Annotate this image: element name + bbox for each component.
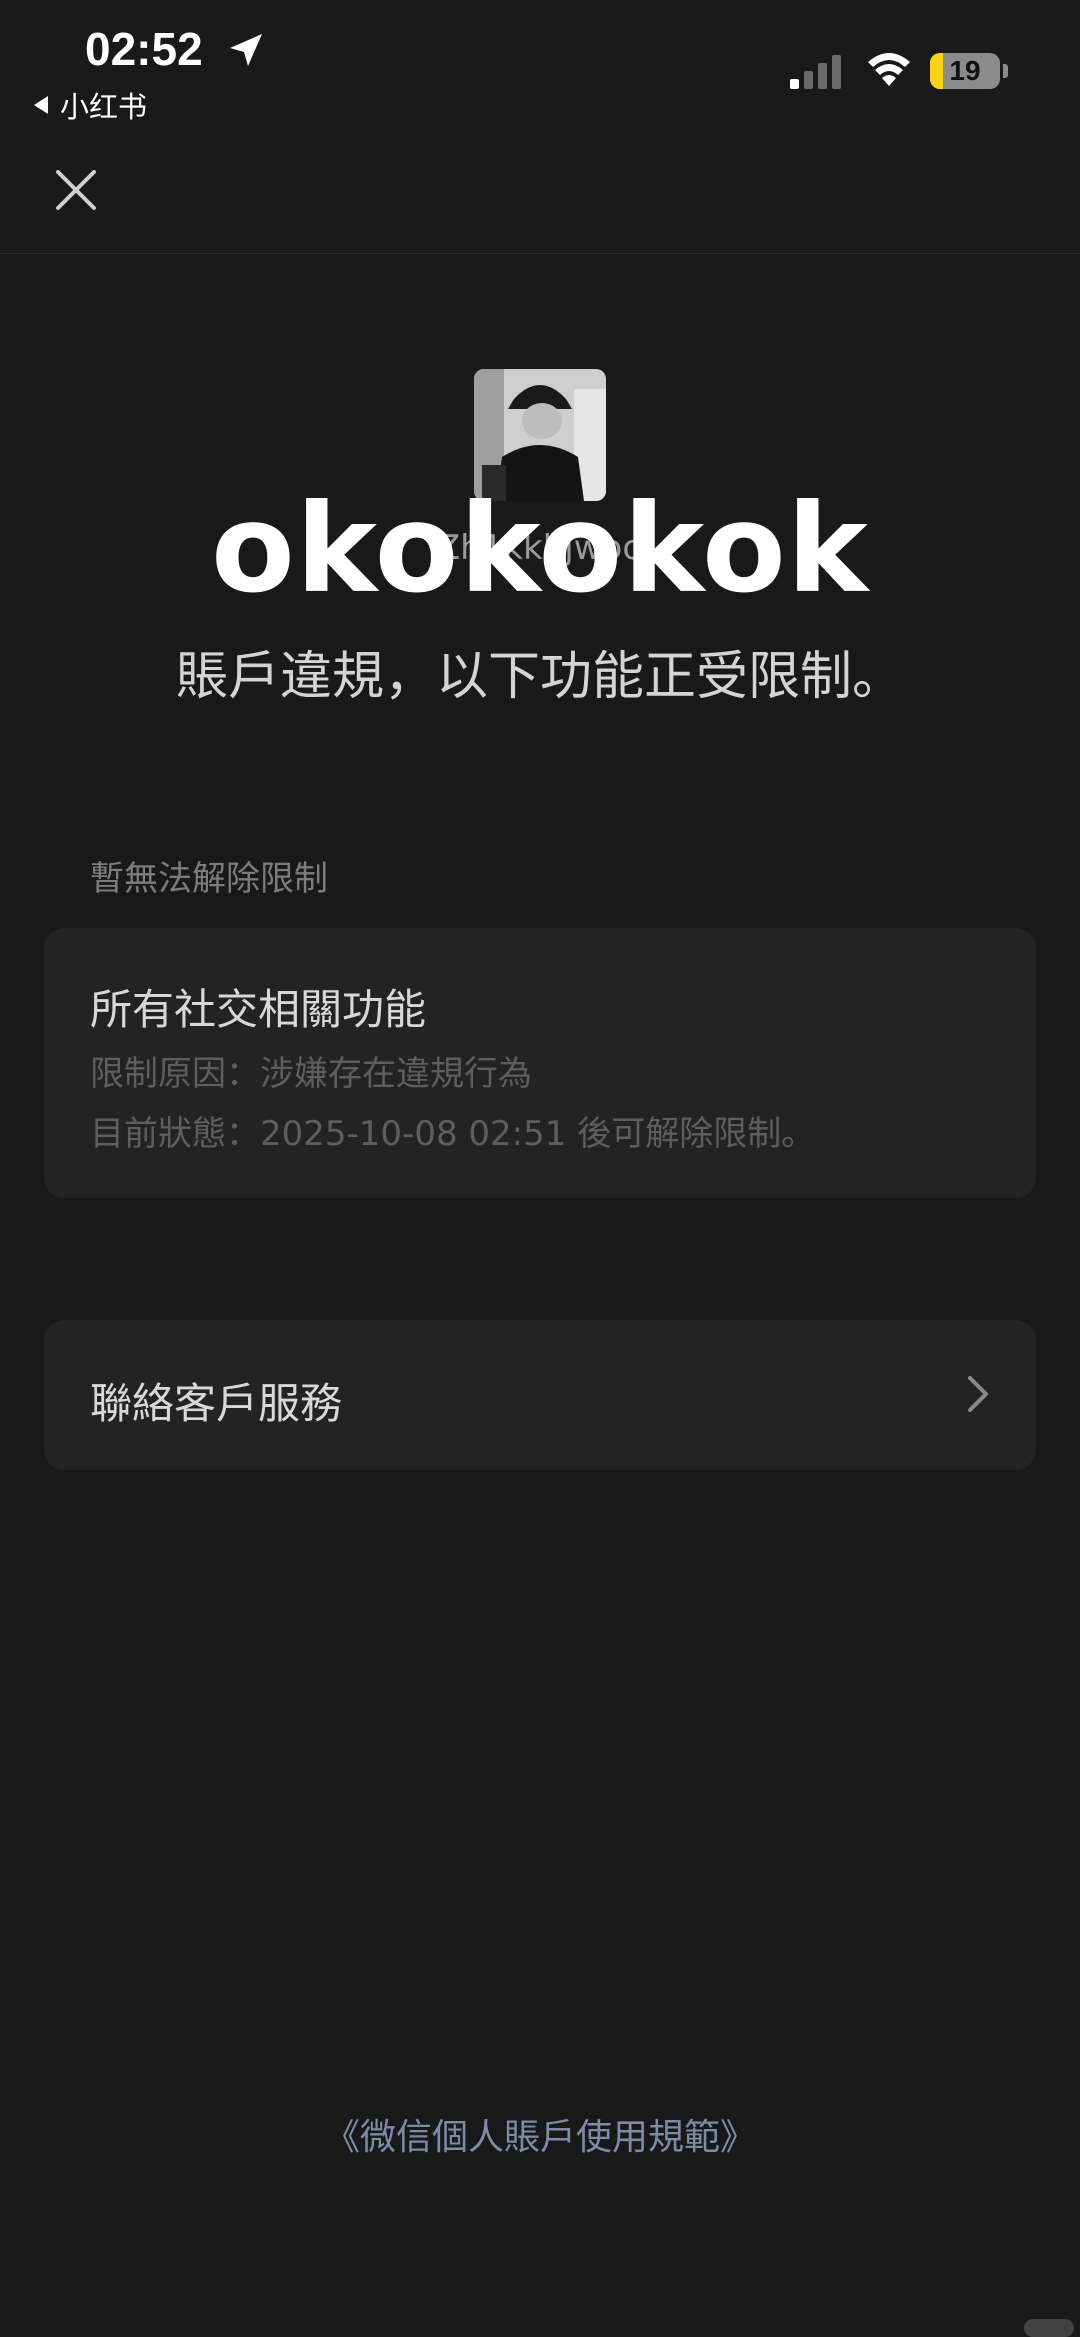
- overlay-caption: okokokok: [211, 478, 869, 620]
- usage-policy-link[interactable]: 《微信個人賬戶使用規範》: [0, 2108, 1080, 2160]
- nav-divider: [0, 253, 1080, 254]
- restriction-headline: 賬戶違規，以下功能正受限制。: [175, 647, 904, 707]
- contact-support-label: 聯絡客戶服務: [90, 1379, 343, 1428]
- close-icon[interactable]: [46, 160, 106, 220]
- location-arrow-icon: [230, 34, 262, 66]
- status-time: 02:52: [85, 23, 203, 75]
- wifi-icon: [868, 53, 910, 86]
- battery-nub: [1003, 64, 1008, 78]
- battery-percent: 19: [949, 55, 981, 86]
- chevron-right-icon: [968, 1376, 988, 1412]
- cellular-signal-icon: [790, 55, 841, 89]
- back-to-app-button[interactable]: 小红书: [34, 84, 147, 126]
- contact-support-button[interactable]: 聯絡客戶服務: [44, 1320, 1036, 1470]
- back-app-label: 小红书: [60, 90, 148, 124]
- section-label: 暫無法解除限制: [90, 859, 328, 899]
- restriction-status: 目前狀態：2025-10-08 02:51 後可解除限制。: [90, 1114, 816, 1154]
- restriction-title: 所有社交相關功能: [90, 985, 427, 1034]
- restriction-card: 所有社交相關功能 限制原因：涉嫌存在違規行為 目前狀態：2025-10-08 0…: [44, 928, 1036, 1198]
- screen: 02:52 小红书 19 Zh1kkhjwoo okokokok 賬戶違規，以下…: [0, 0, 1080, 2337]
- back-triangle-icon: [34, 96, 48, 114]
- watermark: [1024, 2319, 1074, 2337]
- battery-indicator: 19: [930, 53, 1000, 89]
- restriction-reason: 限制原因：涉嫌存在違規行為: [90, 1054, 532, 1094]
